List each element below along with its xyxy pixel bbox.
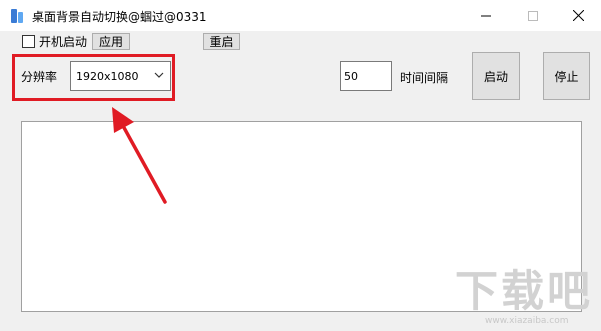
start-button[interactable]: 启动 — [472, 52, 520, 100]
close-icon — [572, 10, 584, 21]
minimize-button[interactable] — [463, 0, 509, 31]
checkbox-box[interactable] — [22, 35, 35, 48]
title-bar: 桌面背景自动切换@蝈过@0331 — [0, 0, 601, 31]
minimize-icon — [481, 15, 491, 16]
watermark-text: 下载吧 — [455, 267, 593, 317]
maximize-button[interactable] — [510, 0, 556, 31]
close-button[interactable] — [555, 0, 601, 31]
watermark-url: www.xiazaiba.com — [485, 316, 569, 326]
interval-value: 50 — [344, 69, 358, 83]
interval-input[interactable]: 50 — [340, 61, 392, 91]
window-title: 桌面背景自动切换@蝈过@0331 — [32, 10, 207, 24]
app-icon — [11, 9, 23, 23]
watermark: 下载吧 www.xiazaiba.com — [455, 268, 598, 330]
annotation-highlight — [12, 54, 175, 101]
maximize-icon — [528, 10, 538, 21]
interval-label: 时间间隔 — [400, 71, 449, 85]
autostart-label: 开机启动 — [39, 35, 88, 49]
stop-button[interactable]: 停止 — [543, 52, 590, 100]
apply-button[interactable]: 应用 — [92, 33, 130, 50]
autostart-checkbox[interactable]: 开机启动 — [22, 33, 87, 50]
restart-button[interactable]: 重启 — [203, 33, 240, 50]
